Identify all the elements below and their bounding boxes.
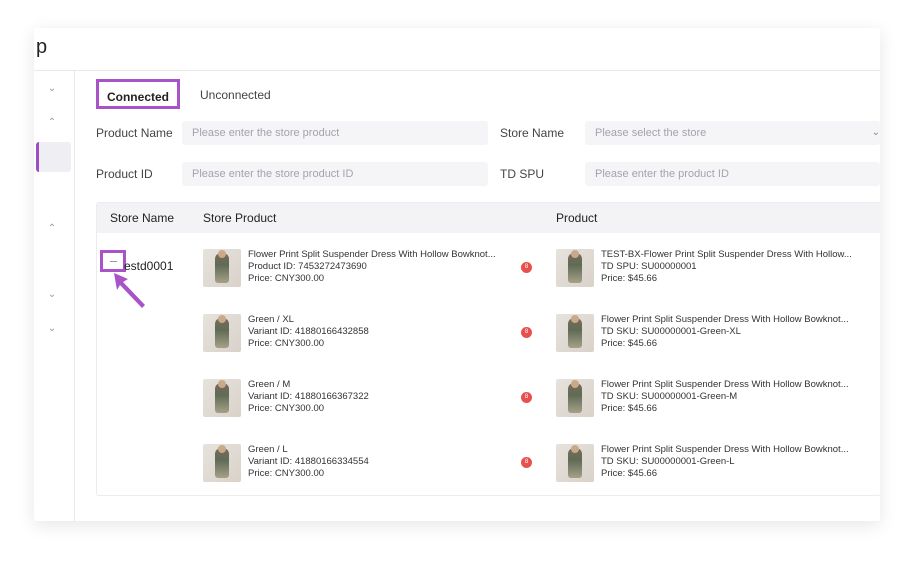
product-id-label: Product ID — [96, 167, 153, 181]
table-header: Store Name Store Product Product — [97, 203, 880, 233]
store-product-price: Price: CNY300.00 — [248, 273, 325, 284]
header-store-product: Store Product — [203, 211, 277, 225]
chevron-down-icon[interactable]: ⌄ — [46, 323, 58, 335]
store-product-price: Price: CNY300.00 — [248, 338, 325, 349]
tab-connected[interactable]: Connected — [96, 79, 180, 109]
tab-unconnected[interactable]: Unconnected — [200, 82, 271, 108]
store-product-title[interactable]: Flower Print Split Suspender Dress With … — [248, 249, 496, 261]
store-product-price: Price: CNY300.00 — [248, 468, 325, 479]
td-product-thumbnail — [556, 444, 594, 482]
store-product-id: Product ID: 7453272473690 — [248, 261, 367, 272]
td-product-title[interactable]: TEST-BX-Flower Print Split Suspender Dre… — [601, 249, 852, 261]
td-product-price: Price: $45.66 — [601, 338, 657, 349]
td-spu-input[interactable]: Please enter the product ID — [585, 162, 880, 186]
td-product-info: Flower Print Split Suspender Dress With … — [601, 314, 849, 350]
store-product-info: Green / XL Variant ID: 41880166432858 Pr… — [248, 314, 369, 350]
store-product-thumbnail — [203, 379, 241, 417]
td-product-code: TD SKU: SU00000001-Green-XL — [601, 326, 741, 337]
main-content: Connected Unconnected Product Name Pleas… — [96, 76, 880, 516]
td-product-title[interactable]: Flower Print Split Suspender Dress With … — [601, 379, 849, 391]
chevron-down-icon[interactable]: ⌄ — [46, 289, 58, 301]
td-product-thumbnail — [556, 249, 594, 287]
product-id-input[interactable]: Please enter the store product ID — [182, 162, 488, 186]
td-product-code: TD SPU: SU00000001 — [601, 261, 697, 272]
top-bar: p — [34, 28, 880, 71]
store-product-info: Green / L Variant ID: 41880166334554 Pri… — [248, 444, 369, 480]
store-product-title[interactable]: Green / M — [248, 379, 369, 391]
header-product: Product — [556, 211, 598, 225]
store-product-title[interactable]: Green / XL — [248, 314, 369, 326]
sidebar: ⌄ ⌃ ⌃ ⌄ ⌄ — [34, 71, 75, 521]
store-product-price: Price: CNY300.00 — [248, 403, 325, 414]
td-product-code: TD SKU: SU00000001-Green-M — [601, 391, 738, 402]
product-name-label: Product Name — [96, 126, 173, 140]
brand-logo: p — [36, 36, 48, 58]
td-product-price: Price: $45.66 — [601, 468, 657, 479]
store-product-thumbnail — [203, 444, 241, 482]
link-badge-icon: 8 — [521, 392, 532, 403]
chevron-down-icon[interactable]: ⌄ — [46, 83, 58, 95]
table-row: Green / M Variant ID: 41880166367322 Pri… — [97, 369, 880, 433]
chevron-up-icon[interactable]: ⌃ — [46, 117, 58, 129]
store-product-id: Variant ID: 41880166432858 — [248, 326, 369, 337]
td-product-thumbnail — [556, 314, 594, 352]
header-store-name: Store Name — [110, 211, 175, 225]
td-product-info: Flower Print Split Suspender Dress With … — [601, 379, 849, 415]
product-name-input[interactable]: Please enter the store product — [182, 121, 488, 145]
store-product-info: Green / M Variant ID: 41880166367322 Pri… — [248, 379, 369, 415]
td-spu-label: TD SPU — [500, 167, 545, 181]
td-product-code: TD SKU: SU00000001-Green-L — [601, 456, 735, 467]
link-badge-icon: 8 — [521, 262, 532, 273]
app-window: p ⌄ ⌃ ⌃ ⌄ ⌄ Connected Unconnected Produc… — [34, 28, 880, 521]
store-name-placeholder: Please select the store — [595, 127, 707, 139]
store-product-id: Variant ID: 41880166334554 — [248, 456, 369, 467]
chevron-down-icon: ⌄ — [871, 127, 880, 138]
store-product-thumbnail — [203, 249, 241, 287]
table-row: Flower Print Split Suspender Dress With … — [97, 239, 880, 303]
product-table: Store Name Store Product Product estd000… — [96, 202, 880, 496]
link-badge-icon: 8 — [521, 327, 532, 338]
store-product-title[interactable]: Green / L — [248, 444, 369, 456]
sidebar-item-active[interactable] — [36, 142, 71, 172]
td-product-info: TEST-BX-Flower Print Split Suspender Dre… — [601, 249, 852, 285]
td-product-title[interactable]: Flower Print Split Suspender Dress With … — [601, 444, 849, 456]
table-row: Green / XL Variant ID: 41880166432858 Pr… — [97, 304, 880, 368]
store-product-thumbnail — [203, 314, 241, 352]
td-product-info: Flower Print Split Suspender Dress With … — [601, 444, 849, 480]
td-product-title[interactable]: Flower Print Split Suspender Dress With … — [601, 314, 849, 326]
td-product-price: Price: $45.66 — [601, 273, 657, 284]
table-row: Green / L Variant ID: 41880166334554 Pri… — [97, 434, 880, 498]
td-product-price: Price: $45.66 — [601, 403, 657, 414]
store-name-select[interactable]: Please select the store ⌄ — [585, 121, 880, 145]
td-product-thumbnail — [556, 379, 594, 417]
chevron-up-icon[interactable]: ⌃ — [46, 223, 58, 235]
store-name-label: Store Name — [500, 126, 565, 140]
link-badge-icon: 8 — [521, 457, 532, 468]
store-product-info: Flower Print Split Suspender Dress With … — [248, 249, 496, 285]
store-product-id: Variant ID: 41880166367322 — [248, 391, 369, 402]
